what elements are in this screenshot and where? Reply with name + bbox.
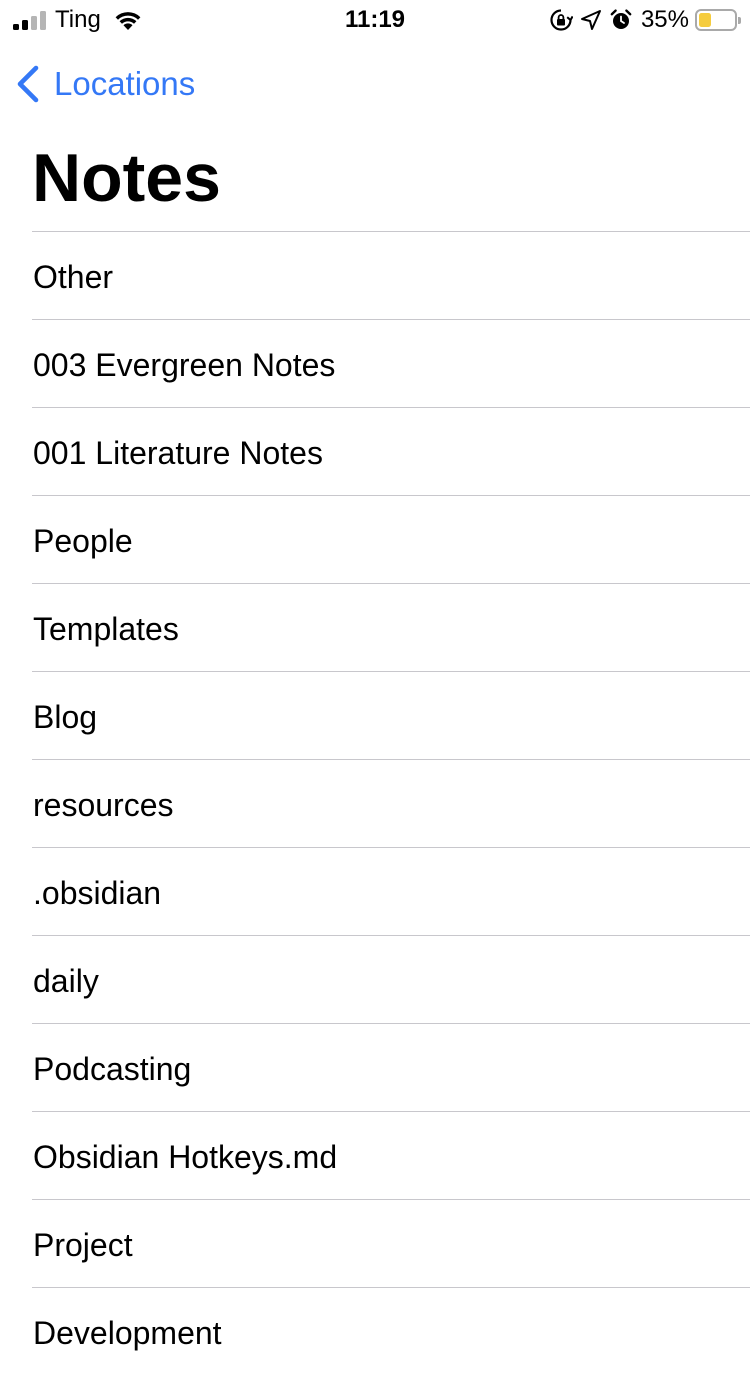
list-item-label: Blog bbox=[33, 699, 98, 735]
list-item-label: daily bbox=[33, 963, 99, 999]
location-arrow-icon bbox=[580, 10, 601, 30]
orientation-lock-icon bbox=[550, 9, 573, 31]
list-item-label: People bbox=[33, 523, 133, 559]
list-item[interactable]: Templates bbox=[0, 583, 750, 671]
list-item[interactable]: Obsidian Hotkeys.md bbox=[0, 1111, 750, 1199]
list-item-label: Templates bbox=[33, 611, 179, 647]
battery-icon bbox=[695, 9, 741, 31]
list-item-label: Podcasting bbox=[33, 1051, 192, 1087]
list-item-label: Development bbox=[33, 1315, 222, 1351]
list-item-label: 003 Evergreen Notes bbox=[33, 347, 336, 383]
list-item[interactable]: Project bbox=[0, 1199, 750, 1287]
list-item[interactable]: 003 Evergreen Notes bbox=[0, 319, 750, 407]
list-item-label: 001 Literature Notes bbox=[33, 435, 323, 471]
list-item[interactable]: 001 Literature Notes bbox=[0, 407, 750, 495]
status-indicators: 35% bbox=[549, 6, 741, 34]
list-item[interactable]: Other bbox=[0, 231, 750, 319]
list-item[interactable]: Development bbox=[0, 1287, 750, 1375]
list-item[interactable]: Blog bbox=[0, 671, 750, 759]
list-item[interactable]: Podcasting bbox=[0, 1023, 750, 1111]
list-item-label: resources bbox=[33, 787, 174, 823]
folder-list: Other 003 Evergreen Notes 001 Literature N… bbox=[0, 231, 750, 1375]
battery-cap bbox=[738, 17, 741, 24]
list-item[interactable]: daily bbox=[0, 935, 750, 1023]
list-item[interactable]: resources bbox=[0, 759, 750, 847]
list-item[interactable]: People bbox=[0, 495, 750, 583]
list-item[interactable]: .obsidian bbox=[0, 847, 750, 935]
battery-level-fill bbox=[699, 13, 711, 27]
back-button-label: Locations bbox=[54, 65, 196, 102]
battery-percentage: 35% bbox=[640, 6, 689, 33]
page-title: Notes bbox=[32, 140, 221, 216]
status-bar: Ting 11:19 35% bbox=[0, 0, 750, 40]
alarm-icon bbox=[610, 9, 632, 29]
list-item-label: .obsidian bbox=[33, 875, 162, 911]
chevron-left-icon bbox=[17, 65, 39, 103]
list-item-label: Other bbox=[33, 259, 114, 295]
list-item-label: Project bbox=[33, 1227, 133, 1263]
back-button[interactable]: Locations bbox=[14, 62, 195, 106]
list-item-label: Obsidian Hotkeys.md bbox=[33, 1139, 338, 1175]
